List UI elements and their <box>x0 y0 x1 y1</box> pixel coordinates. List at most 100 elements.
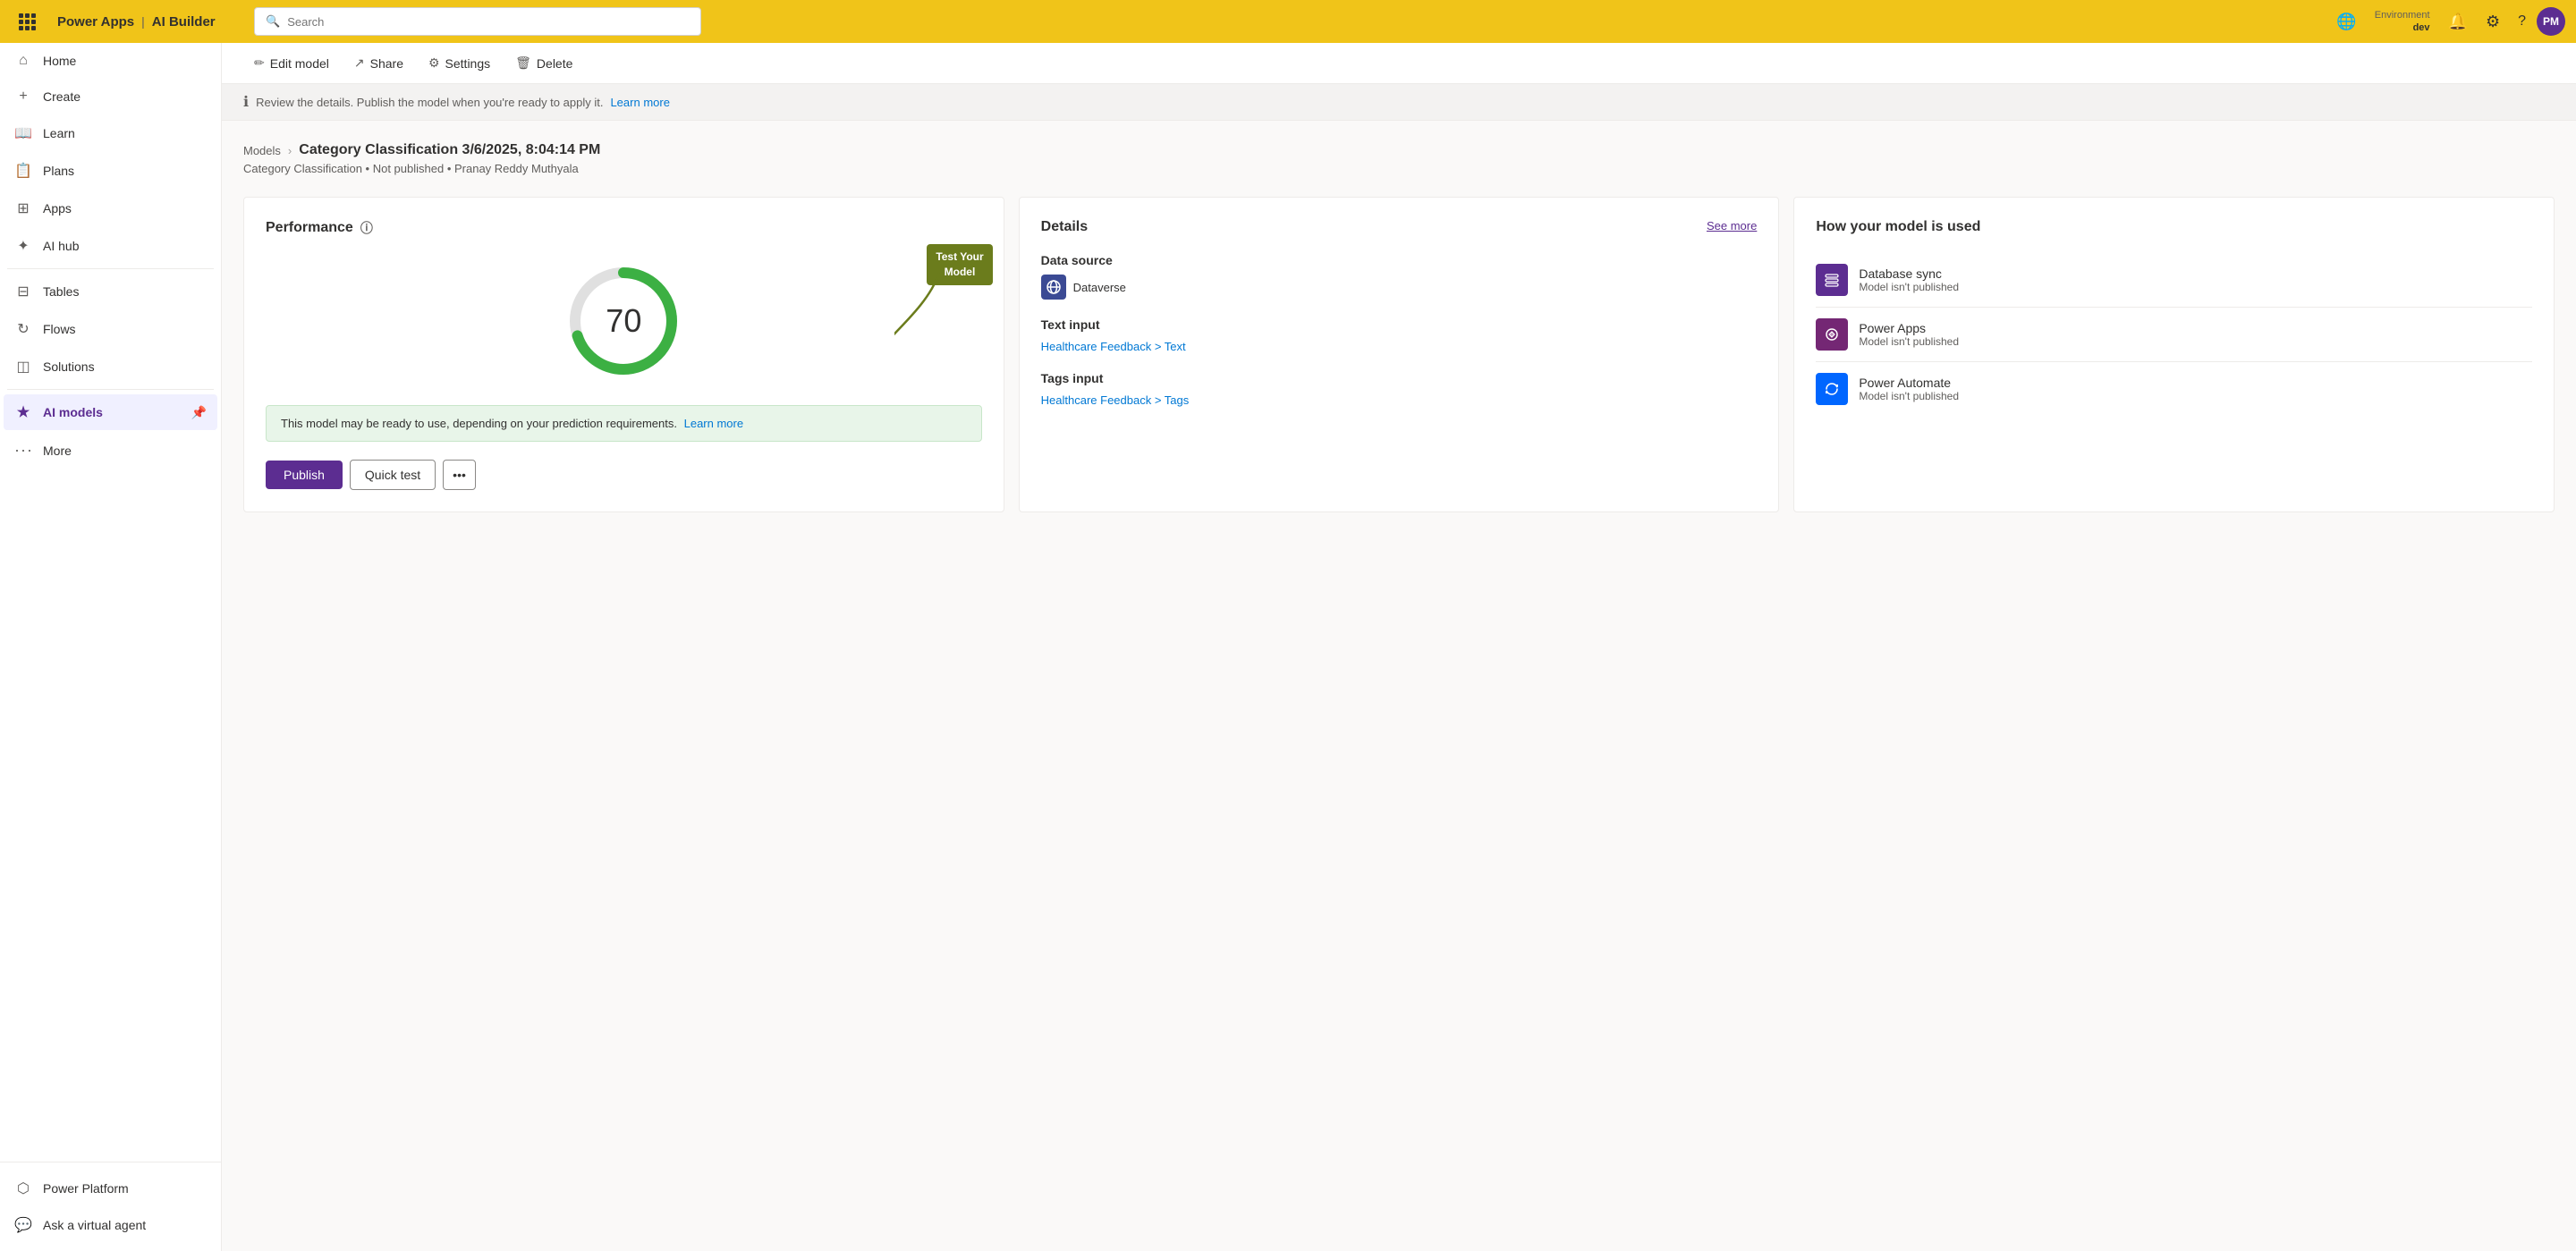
sidebar-bottom: ⬡ Power Platform 💬 Ask a virtual agent <box>0 1162 221 1251</box>
publish-button[interactable]: Publish <box>266 461 343 489</box>
more-icon: ··· <box>14 441 32 460</box>
see-more-link[interactable]: See more <box>1707 219 1757 232</box>
tags-input-section: Tags input Healthcare Feedback > Tags <box>1041 371 1758 407</box>
search-box[interactable]: 🔍 <box>254 7 701 36</box>
usage-item-db-sync: Database sync Model isn't published <box>1816 253 2532 308</box>
sidebar-item-flows[interactable]: ↻ Flows <box>4 311 217 347</box>
environment-globe-button[interactable]: 🌐 <box>2329 9 2363 35</box>
performance-card-title: Performance ⓘ <box>266 219 982 237</box>
environment-selector[interactable]: Environment dev <box>2368 5 2437 38</box>
sidebar-item-create[interactable]: + Create <box>4 80 217 114</box>
db-sync-icon <box>1816 264 1848 296</box>
sidebar-divider-2 <box>7 389 214 390</box>
quick-test-button[interactable]: Quick test <box>350 460 436 490</box>
edit-model-label: Edit model <box>270 56 329 71</box>
settings-label: Settings <box>445 56 491 71</box>
text-input-value[interactable]: Healthcare Feedback > Text <box>1041 340 1186 353</box>
search-input[interactable] <box>287 15 690 29</box>
waffle-menu-button[interactable] <box>11 5 43 38</box>
text-input-section: Text input Healthcare Feedback > Text <box>1041 317 1758 353</box>
breadcrumb: Models › Category Classification 3/6/202… <box>243 142 2555 158</box>
sidebar-divider-1 <box>7 268 214 269</box>
power-automate-status: Model isn't published <box>1859 390 1959 402</box>
sidebar: ⌂ Home + Create 📖 Learn 📋 Plans ⊞ Apps ✦… <box>0 43 222 1251</box>
dataverse-icon <box>1041 275 1066 300</box>
performance-info-icon[interactable]: ⓘ <box>360 219 373 237</box>
ai-hub-icon: ✦ <box>14 237 32 255</box>
edit-icon: ✏ <box>254 55 265 71</box>
test-your-model-tooltip: Test Your Model <box>927 244 992 285</box>
waffle-icon <box>19 13 36 30</box>
sidebar-item-ask-virtual-agent[interactable]: 💬 Ask a virtual agent <box>4 1207 217 1243</box>
app-name-label: Power Apps <box>57 14 134 30</box>
sidebar-item-apps[interactable]: ⊞ Apps <box>4 190 217 226</box>
sidebar-item-plans[interactable]: 📋 Plans <box>4 153 217 189</box>
power-automate-svg <box>1823 380 1841 398</box>
nav-separator: | <box>141 14 145 29</box>
performance-learn-more[interactable]: Learn more <box>684 417 743 430</box>
test-model-tooltip-area: Test Your Model <box>927 244 992 285</box>
usage-title-text: How your model is used <box>1816 219 1980 235</box>
sidebar-label-ask-virtual-agent: Ask a virtual agent <box>43 1218 146 1232</box>
sidebar-item-learn[interactable]: 📖 Learn <box>4 115 217 151</box>
share-button[interactable]: ↗ Share <box>343 50 414 76</box>
page-subtitle: Category Classification • Not published … <box>243 162 2555 175</box>
edit-model-button[interactable]: ✏ Edit model <box>243 50 340 76</box>
settings-toolbar-button[interactable]: ⚙ Settings <box>418 50 501 76</box>
sidebar-label-create: Create <box>43 89 80 104</box>
sidebar-label-flows: Flows <box>43 322 76 336</box>
breadcrumb-separator: › <box>288 144 292 157</box>
power-automate-name: Power Automate <box>1859 376 1959 390</box>
sidebar-label-ai-models: AI models <box>43 405 103 419</box>
learn-more-link[interactable]: Learn more <box>610 96 669 109</box>
db-sync-svg <box>1823 271 1841 289</box>
settings-icon: ⚙ <box>428 55 440 71</box>
sidebar-label-home: Home <box>43 54 76 68</box>
apps-icon: ⊞ <box>14 199 32 217</box>
performance-card: Performance ⓘ 70 This model may be ready… <box>243 197 1004 512</box>
more-actions-button[interactable]: ••• <box>443 460 476 490</box>
solutions-icon: ◫ <box>14 358 32 376</box>
performance-circle: 70 <box>266 258 982 384</box>
delete-button[interactable]: 🗑 Delete <box>504 50 583 76</box>
db-sync-name: Database sync <box>1859 266 1959 281</box>
share-label: Share <box>370 56 403 71</box>
db-sync-status: Model isn't published <box>1859 281 1959 293</box>
help-button[interactable]: ? <box>2511 10 2533 33</box>
power-apps-icon <box>1816 318 1848 351</box>
sidebar-item-power-platform[interactable]: ⬡ Power Platform <box>4 1171 217 1206</box>
module-name-label: AI Builder <box>152 14 216 30</box>
breadcrumb-models[interactable]: Models <box>243 144 281 157</box>
performance-note: This model may be ready to use, dependin… <box>266 405 982 442</box>
more-dots-icon: ••• <box>453 468 466 482</box>
sidebar-label-solutions: Solutions <box>43 359 95 374</box>
info-icon: ℹ <box>243 93 249 111</box>
performance-title-text: Performance <box>266 220 353 236</box>
sidebar-item-home[interactable]: ⌂ Home <box>4 44 217 78</box>
top-navigation: Power Apps | AI Builder 🔍 🌐 Environment … <box>0 0 2576 43</box>
tags-input-value[interactable]: Healthcare Feedback > Tags <box>1041 393 1190 407</box>
dataverse-svg <box>1046 280 1061 294</box>
action-toolbar: ✏ Edit model ↗ Share ⚙ Settings 🗑 Delete <box>222 43 2576 84</box>
usage-card: How your model is used Database sync Mod… <box>1793 197 2555 512</box>
sidebar-label-learn: Learn <box>43 126 75 140</box>
sidebar-item-ai-hub[interactable]: ✦ AI hub <box>4 228 217 264</box>
sidebar-item-tables[interactable]: ⊟ Tables <box>4 274 217 309</box>
usage-item-power-automate: Power Automate Model isn't published <box>1816 362 2532 416</box>
sidebar-item-more[interactable]: ··· More <box>4 432 217 469</box>
virtual-agent-icon: 💬 <box>14 1216 32 1234</box>
settings-button[interactable]: ⚙ <box>2479 9 2507 35</box>
power-apps-info: Power Apps Model isn't published <box>1859 321 1959 348</box>
power-apps-svg <box>1823 325 1841 343</box>
card-actions: Publish Quick test ••• <box>266 460 982 490</box>
sidebar-item-solutions[interactable]: ◫ Solutions <box>4 349 217 385</box>
pin-icon: 📌 <box>191 405 207 420</box>
text-input-label: Text input <box>1041 317 1758 332</box>
sidebar-item-ai-models[interactable]: ★ AI models 📌 <box>4 394 217 430</box>
power-platform-icon: ⬡ <box>14 1179 32 1197</box>
user-avatar[interactable]: PM <box>2537 7 2565 36</box>
usage-card-title: How your model is used <box>1816 219 2532 235</box>
notifications-button[interactable]: 🔔 <box>2441 9 2475 35</box>
nav-right-area: 🌐 Environment dev 🔔 ⚙ ? PM <box>2329 5 2565 38</box>
usage-item-power-apps: Power Apps Model isn't published <box>1816 308 2532 362</box>
